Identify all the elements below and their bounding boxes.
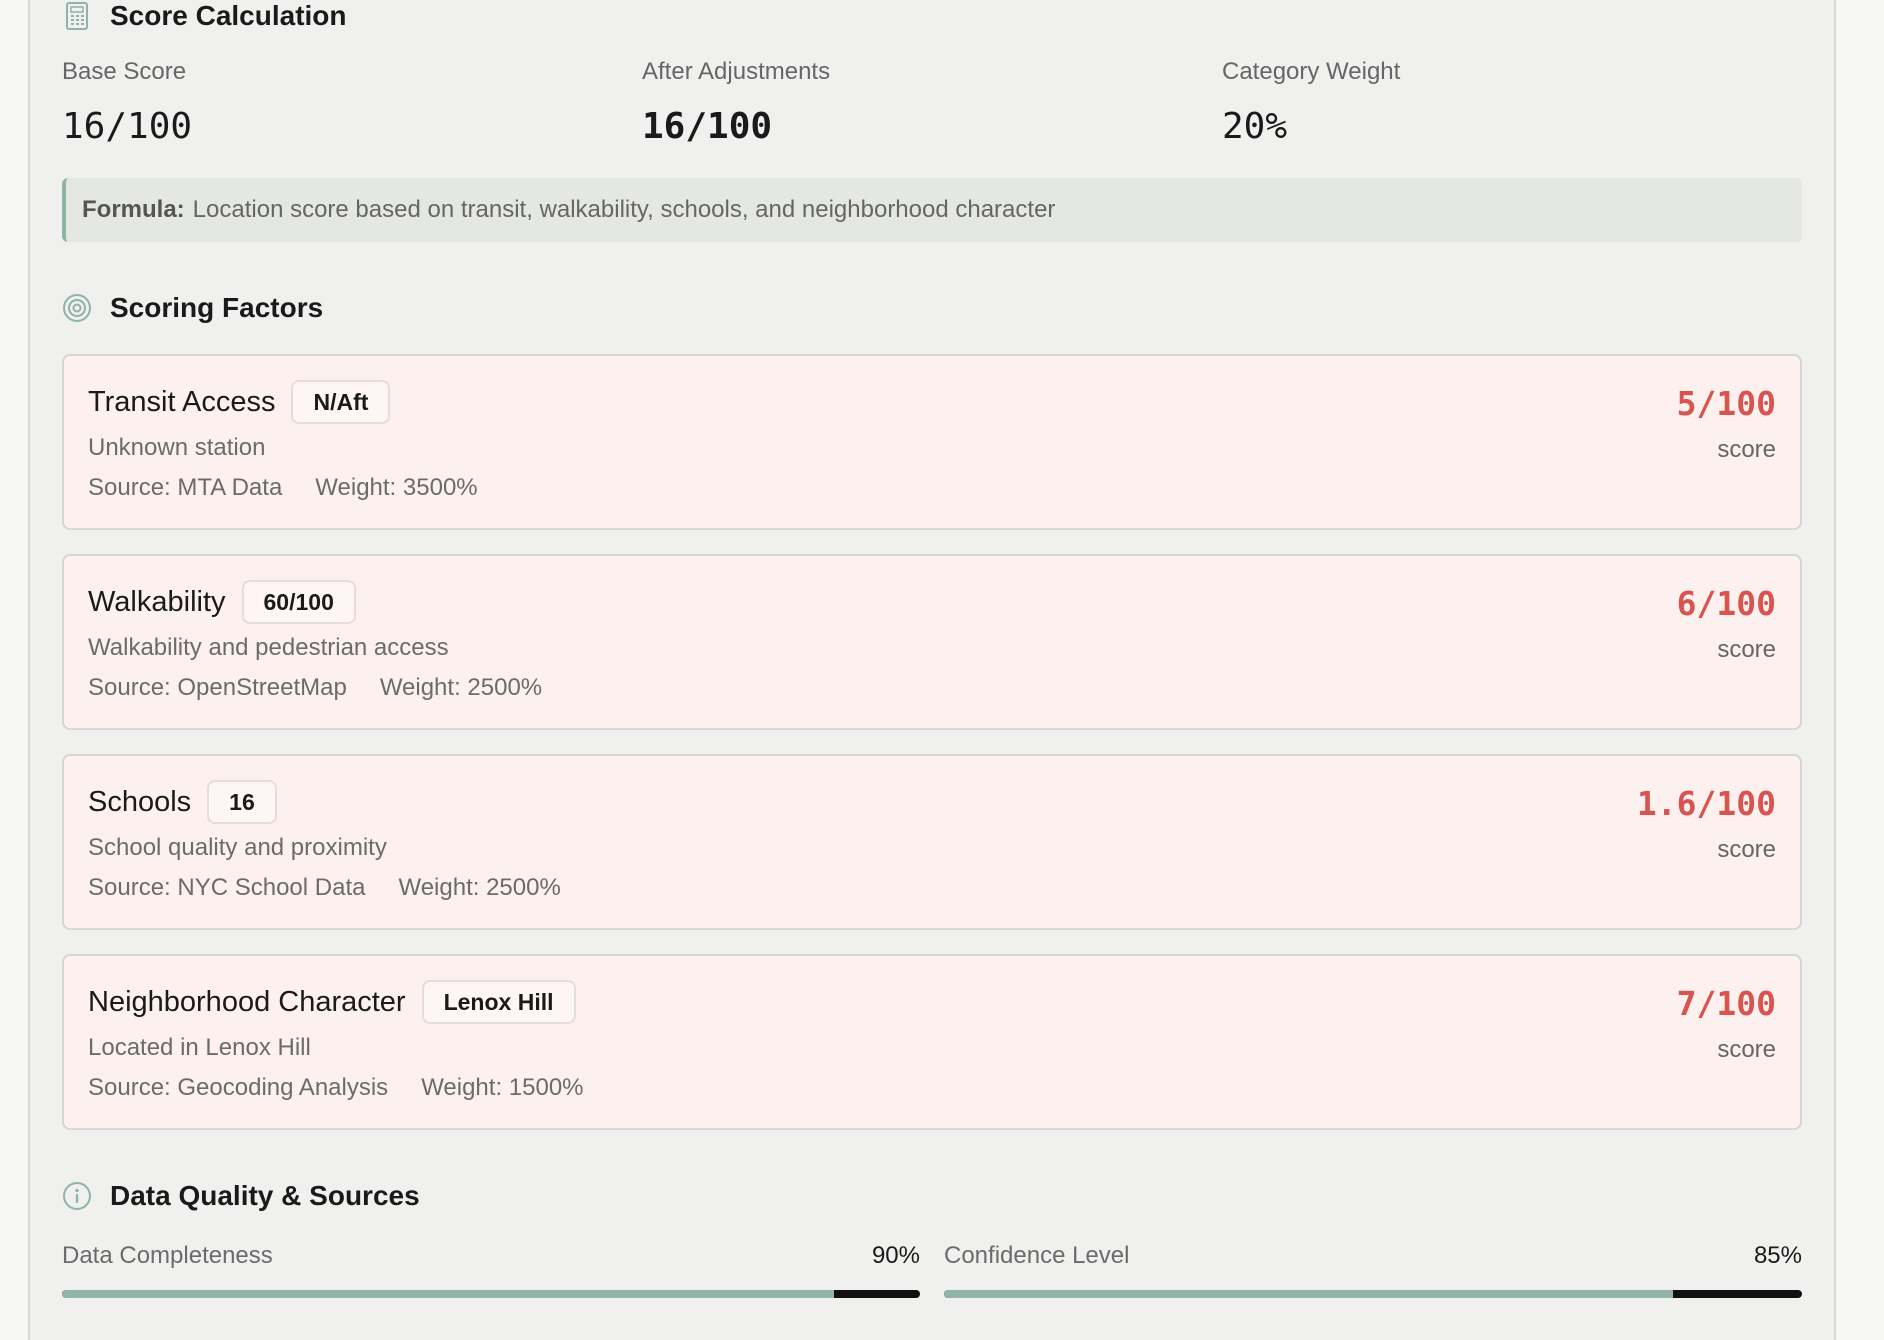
factor-card-walkability: Walkability 60/100 Walkability and pedes… — [62, 554, 1802, 730]
factor-description: Unknown station — [88, 434, 266, 461]
stat-label: After Adjustments — [642, 58, 831, 85]
category-weight-stat: Category Weight 20% — [1222, 58, 1802, 147]
formula-text: Location score based on transit, walkabi… — [192, 196, 1056, 223]
factor-source: Source: NYC School Data — [88, 874, 366, 901]
section-title: Scoring Factors — [110, 292, 324, 323]
meter-row: Data Completeness 90% — [62, 1242, 920, 1270]
meter-value: 90% — [871, 1242, 920, 1269]
score-calculation-heading: Score Calculation — [62, 0, 347, 32]
factor-score: 7/100 — [1676, 984, 1776, 1023]
factor-meta: Source: Geocoding Analysis Weight: 1500% — [88, 1074, 584, 1102]
factor-score: 5/100 — [1676, 384, 1776, 423]
meter-label: Data Completeness — [62, 1242, 273, 1269]
section-title: Data Quality & Sources — [110, 1180, 420, 1211]
factor-score-label: score — [1717, 836, 1776, 863]
factor-name: Schools — [88, 785, 192, 818]
factor-description: School quality and proximity — [88, 834, 387, 861]
meter-label: Confidence Level — [944, 1242, 1130, 1269]
factor-weight: Weight: 2500% — [398, 874, 561, 901]
factor-name: Neighborhood Character — [88, 985, 406, 1018]
progress-fill — [62, 1290, 835, 1298]
factor-score-label: score — [1717, 1036, 1776, 1063]
category-weight-value: 20% — [1222, 106, 1288, 147]
section-title: Score Calculation — [110, 0, 347, 31]
formula-note: Formula: Location score based on transit… — [62, 178, 1802, 242]
factor-badge: Lenox Hill — [421, 980, 576, 1024]
factor-meta: Source: NYC School Data Weight: 2500% — [88, 874, 561, 902]
info-icon — [62, 1181, 92, 1211]
progress-fill — [944, 1290, 1674, 1298]
factor-weight: Weight: 1500% — [421, 1074, 584, 1101]
meter-value: 85% — [1753, 1242, 1802, 1269]
factor-card-transit-access: Transit Access N/Aft Unknown station Sou… — [62, 354, 1802, 530]
factor-card-schools: Schools 16 School quality and proximity … — [62, 754, 1802, 930]
target-icon — [62, 293, 92, 323]
factor-badge: 60/100 — [241, 580, 356, 624]
base-score-value: 16/100 — [62, 106, 193, 147]
factor-name: Transit Access — [88, 385, 276, 418]
stat-label: Category Weight — [1222, 58, 1401, 85]
factor-header: Transit Access N/Aft — [88, 380, 391, 424]
factor-score-label: score — [1717, 436, 1776, 463]
score-stats: Base Score 16/100 After Adjustments 16/1… — [62, 58, 1802, 147]
data-quality-heading: Data Quality & Sources — [62, 1180, 420, 1212]
factor-header: Walkability 60/100 — [88, 580, 356, 624]
progress-track — [944, 1290, 1802, 1298]
factor-name: Walkability — [88, 585, 226, 618]
factor-badge: N/Aft — [291, 380, 391, 424]
confidence-level-meter: Confidence Level 85% — [944, 1242, 1802, 1298]
factor-badge: 16 — [207, 780, 277, 824]
factor-score-label: score — [1717, 636, 1776, 663]
stat-label: Base Score — [62, 58, 187, 85]
factor-description: Located in Lenox Hill — [88, 1034, 311, 1061]
factor-weight: Weight: 2500% — [379, 674, 543, 701]
base-score-stat: Base Score 16/100 — [62, 58, 642, 147]
scoring-factors-heading: Scoring Factors — [62, 292, 323, 324]
data-completeness-meter: Data Completeness 90% — [62, 1242, 920, 1298]
after-adjustments-stat: After Adjustments 16/100 — [642, 58, 1222, 147]
factor-meta: Source: OpenStreetMap Weight: 2500% — [88, 674, 542, 702]
progress-track — [62, 1290, 920, 1298]
factor-score: 6/100 — [1676, 584, 1776, 623]
factor-source: Source: MTA Data — [88, 474, 283, 501]
factor-score: 1.6/100 — [1636, 784, 1776, 823]
factor-header: Neighborhood Character Lenox Hill — [88, 980, 576, 1024]
factor-source: Source: Geocoding Analysis — [88, 1074, 389, 1101]
location-score-panel: Score Calculation Base Score 16/100 Afte… — [28, 0, 1836, 1340]
factor-description: Walkability and pedestrian access — [88, 634, 449, 661]
factor-card-neighborhood-character: Neighborhood Character Lenox Hill Locate… — [62, 954, 1802, 1130]
factor-source: Source: OpenStreetMap — [88, 674, 347, 701]
meter-row: Confidence Level 85% — [944, 1242, 1802, 1270]
calculator-icon — [62, 1, 92, 31]
after-adjustments-value: 16/100 — [642, 106, 773, 147]
factor-header: Schools 16 — [88, 780, 277, 824]
factor-meta: Source: MTA Data Weight: 3500% — [88, 474, 478, 502]
formula-label: Formula: — [82, 196, 185, 223]
factor-weight: Weight: 3500% — [315, 474, 478, 501]
